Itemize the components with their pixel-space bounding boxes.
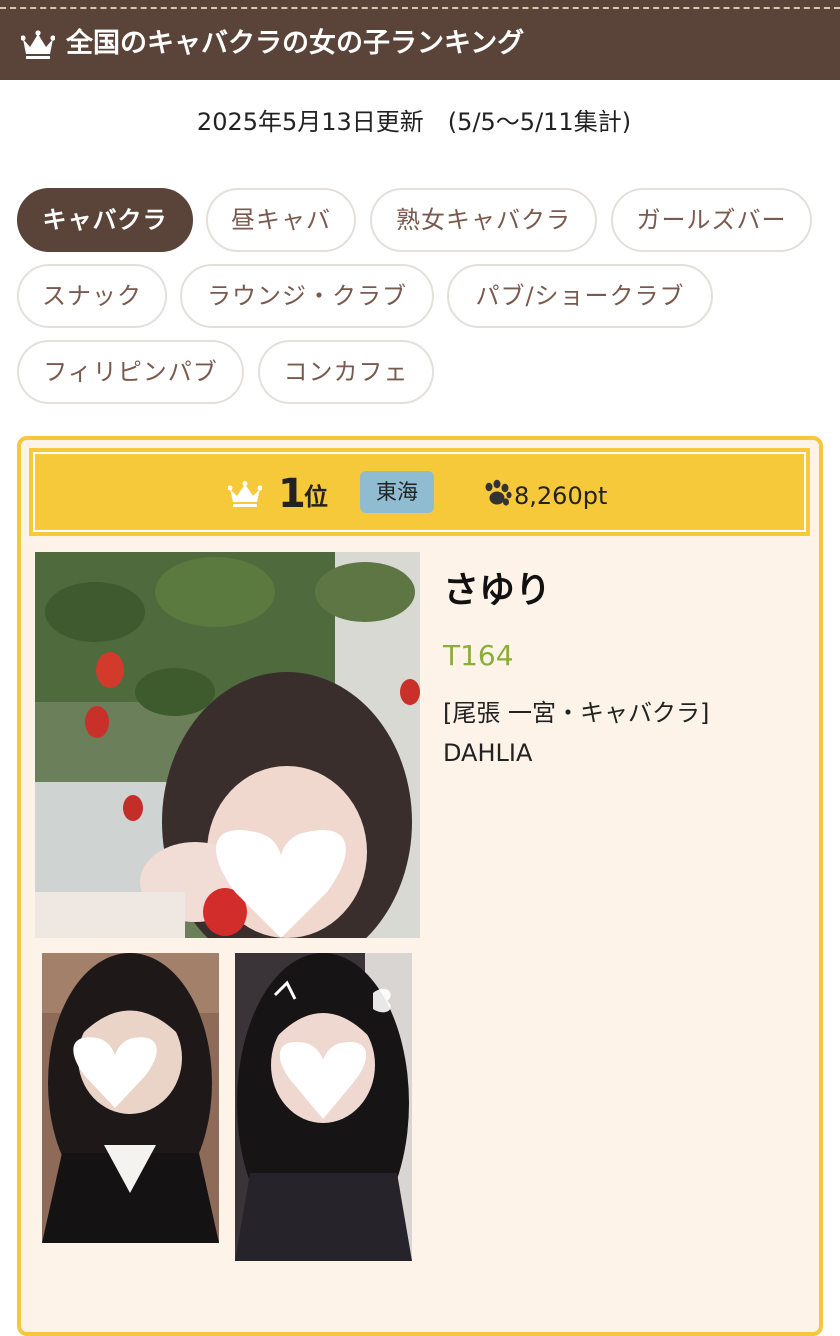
crown-icon xyxy=(21,30,55,59)
tab-snack[interactable]: スナック xyxy=(17,264,167,328)
sub-photo-1[interactable] xyxy=(42,953,219,1243)
rank-bar: 1 位 東海 8,260pt xyxy=(29,448,810,536)
tab-kyabakura[interactable]: キャバクラ xyxy=(17,188,193,252)
main-photo-image xyxy=(35,552,420,938)
girl-name[interactable]: さゆり xyxy=(443,566,551,616)
sub-photo-1-image xyxy=(42,953,219,1243)
tab-jukujo-kyabakura[interactable]: 熟女キャバクラ xyxy=(370,188,597,252)
shop-area: [尾張 一宮・キャバクラ] xyxy=(443,699,710,727)
page-header: 全国のキャバクラの女の子ランキング xyxy=(0,0,840,80)
sub-photo-2[interactable] xyxy=(235,953,412,1261)
header-dotted-line xyxy=(0,7,840,9)
page-title: 全国のキャバクラの女の子ランキング xyxy=(66,28,525,59)
girl-height: T164 xyxy=(443,639,514,672)
tab-hiru-kyaba[interactable]: 昼キャバ xyxy=(206,188,356,252)
tab-philippine-pub[interactable]: フィリピンパブ xyxy=(17,340,244,404)
rank-number: 1 xyxy=(278,471,306,517)
tab-concafe[interactable]: コンカフェ xyxy=(258,340,434,404)
points-value: 8,260pt xyxy=(514,482,608,510)
shop-name[interactable]: DAHLIA xyxy=(443,736,532,770)
tab-lounge-club[interactable]: ラウンジ・クラブ xyxy=(180,264,434,328)
sub-photo-2-image xyxy=(235,953,412,1261)
tab-pub-show-club[interactable]: パブ/ショークラブ xyxy=(447,264,713,328)
update-date: 2025年5月13日更新 (5/5～5/11集計) xyxy=(196,108,632,136)
tab-girls-bar[interactable]: ガールズバー xyxy=(611,188,812,252)
region-badge: 東海 xyxy=(360,471,434,513)
rank-suffix: 位 xyxy=(304,483,328,511)
paw-icon xyxy=(485,479,512,506)
crown-icon xyxy=(228,481,262,507)
main-photo[interactable] xyxy=(35,552,420,938)
